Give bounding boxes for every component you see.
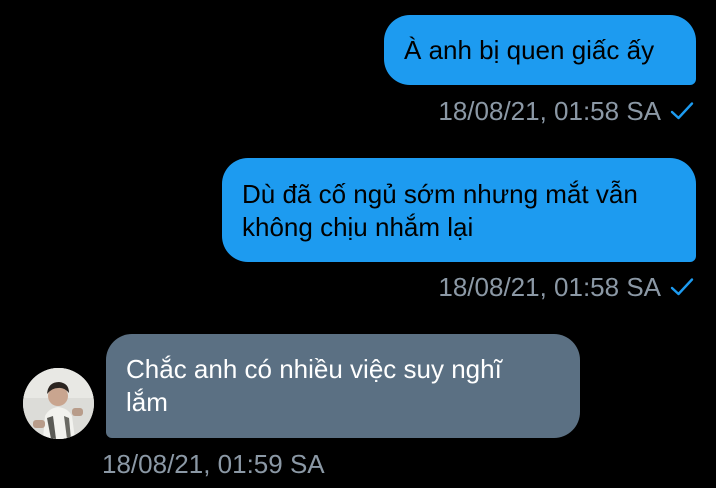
message-timestamp: 18/08/21, 01:58 SA [438,96,661,126]
check-icon [670,278,694,296]
message-bubble-incoming[interactable]: Chắc anh có nhiều việc suy nghĩ lắm [106,334,580,438]
message-bubble-outgoing[interactable]: À anh bị quen giấc ấy [384,15,696,85]
person-photo-icon [23,368,94,439]
message-meta: 18/08/21, 01:59 SA [102,449,325,479]
avatar[interactable] [23,368,94,439]
message-timestamp: 18/08/21, 01:59 SA [102,449,325,479]
message-meta: 18/08/21, 01:58 SA [438,272,694,302]
message-timestamp: 18/08/21, 01:58 SA [438,272,661,302]
message-meta: 18/08/21, 01:58 SA [438,96,694,126]
check-icon [670,102,694,120]
message-bubble-outgoing[interactable]: Dù đã cố ngủ sớm nhưng mắt vẫn không chị… [222,158,696,262]
